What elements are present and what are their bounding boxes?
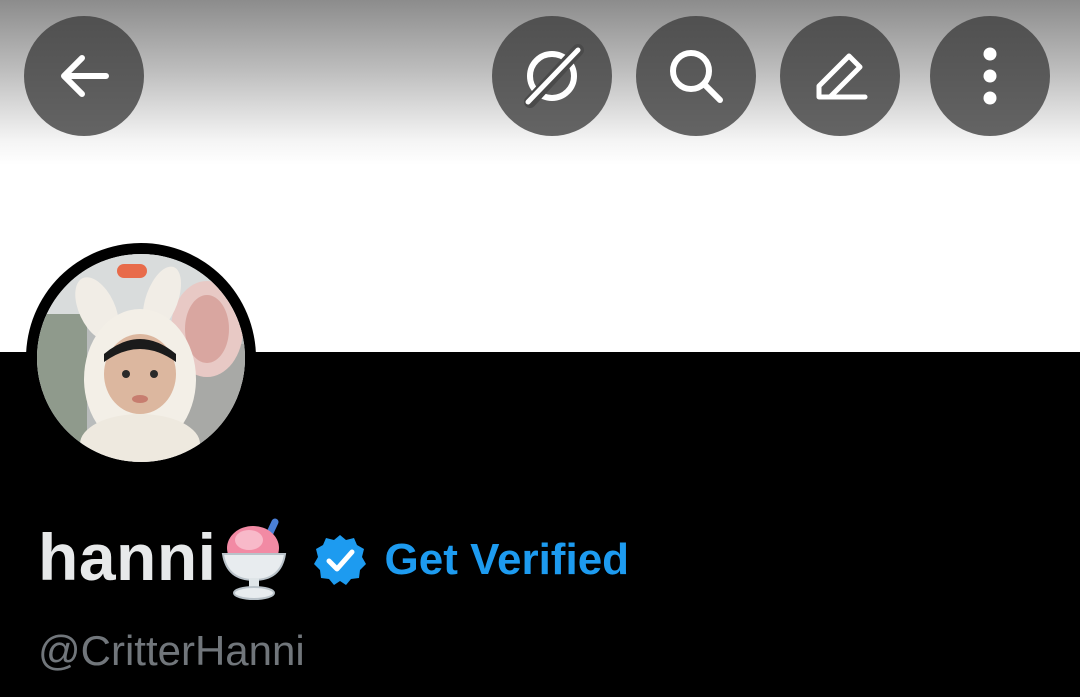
search-button[interactable]	[636, 16, 756, 136]
arrow-left-icon	[61, 55, 109, 97]
avatar[interactable]	[37, 254, 245, 462]
more-options-button[interactable]	[930, 16, 1050, 136]
search-icon	[670, 50, 723, 103]
display-name: hanni	[38, 520, 217, 594]
avatar-ring	[26, 243, 256, 473]
verified-badge-icon[interactable]	[313, 533, 367, 587]
back-button[interactable]	[24, 16, 144, 136]
top-bar	[0, 0, 1080, 152]
more-vertical-icon	[983, 47, 997, 105]
get-verified-link[interactable]: Get Verified	[385, 535, 630, 585]
avatar-photo	[37, 254, 245, 462]
edit-button[interactable]	[780, 16, 900, 136]
grok-button[interactable]	[492, 16, 612, 136]
profile-page: hanni Get Verified @CritterHanni	[0, 0, 1080, 697]
username-handle: @CritterHanni	[38, 627, 305, 674]
shaved-ice-emoji	[221, 518, 286, 600]
pencil-icon	[816, 53, 868, 100]
grok-icon	[524, 44, 584, 108]
name-row: hanni Get Verified	[38, 512, 629, 602]
